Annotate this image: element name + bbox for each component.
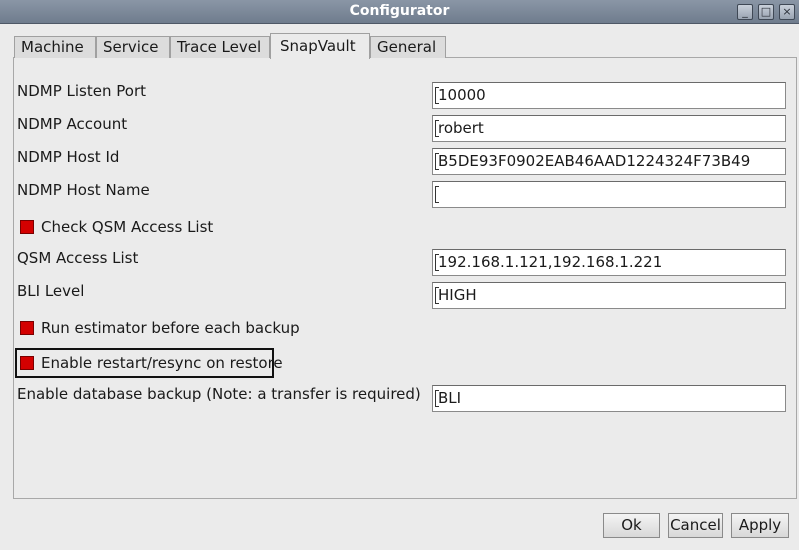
ndmp-listen-port-label: NDMP Listen Port	[17, 82, 146, 100]
close-icon[interactable]: ×	[779, 4, 795, 20]
enable-db-backup-value: BLI	[438, 389, 462, 407]
qsm-access-list-value: 192.168.1.121,192.168.1.221	[438, 253, 663, 271]
enable-restart-label: Enable restart/resync on restore	[41, 354, 283, 372]
ndmp-account-value: robert	[438, 119, 484, 137]
bli-level-field[interactable]: HIGH	[432, 282, 786, 309]
tab-general[interactable]: General	[370, 36, 446, 58]
window-title: Configurator	[349, 3, 450, 19]
apply-button[interactable]: Apply	[731, 513, 789, 538]
ndmp-listen-port-field[interactable]: 10000	[432, 82, 786, 109]
tab-service[interactable]: Service	[96, 36, 170, 58]
text-cursor-icon	[435, 153, 439, 170]
title-bar: Configurator _ □ ×	[0, 0, 799, 24]
maximize-icon[interactable]: □	[758, 4, 774, 20]
enable-restart-checkbox[interactable]	[20, 356, 34, 370]
ndmp-host-id-field[interactable]: B5DE93F0902EAB46AAD1224324F73B49	[432, 148, 786, 175]
minimize-icon[interactable]: _	[737, 4, 753, 20]
ndmp-host-name-label: NDMP Host Name	[17, 181, 150, 199]
text-cursor-icon	[435, 186, 439, 203]
tab-machine[interactable]: Machine	[14, 36, 96, 58]
cancel-button[interactable]: Cancel	[668, 513, 723, 538]
tab-snapvault[interactable]: SnapVault	[270, 33, 370, 59]
qsm-access-list-label: QSM Access List	[17, 249, 139, 267]
check-qsm-label: Check QSM Access List	[41, 218, 214, 236]
text-cursor-icon	[435, 87, 439, 104]
tab-trace-level[interactable]: Trace Level	[170, 36, 270, 58]
text-cursor-icon	[435, 254, 439, 271]
ok-button[interactable]: Ok	[603, 513, 660, 538]
enable-db-backup-field[interactable]: BLI	[432, 385, 786, 412]
check-qsm-checkbox[interactable]	[20, 220, 34, 234]
ndmp-account-field[interactable]: robert	[432, 115, 786, 142]
ndmp-listen-port-value: 10000	[438, 86, 486, 104]
ndmp-host-id-value: B5DE93F0902EAB46AAD1224324F73B49	[438, 152, 751, 170]
bli-level-value: HIGH	[438, 286, 477, 304]
text-cursor-icon	[435, 390, 439, 407]
run-estimator-checkbox[interactable]	[20, 321, 34, 335]
enable-db-backup-label: Enable database backup (Note: a transfer…	[17, 385, 421, 403]
ndmp-host-name-field[interactable]	[432, 181, 786, 208]
text-cursor-icon	[435, 287, 439, 304]
ndmp-account-label: NDMP Account	[17, 115, 128, 133]
bli-level-label: BLI Level	[17, 282, 85, 300]
ndmp-host-id-label: NDMP Host Id	[17, 148, 120, 166]
run-estimator-label: Run estimator before each backup	[41, 319, 300, 337]
text-cursor-icon	[435, 120, 439, 137]
qsm-access-list-field[interactable]: 192.168.1.121,192.168.1.221	[432, 249, 786, 276]
